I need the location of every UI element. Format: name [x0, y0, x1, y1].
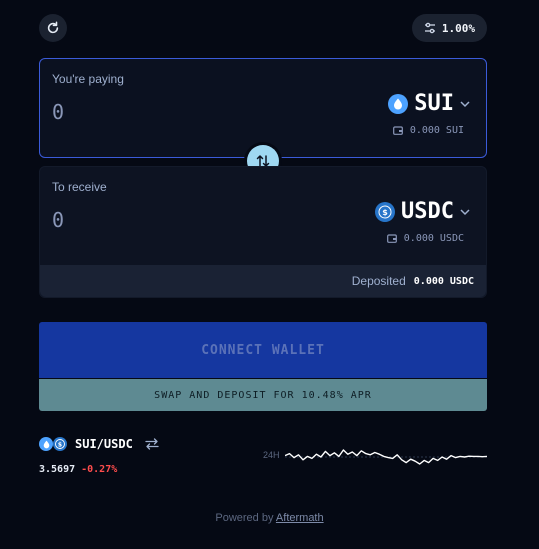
connect-wallet-button[interactable]: CONNECT WALLET — [39, 322, 487, 378]
receive-token-select[interactable]: $ USDC — [375, 199, 470, 224]
slippage-settings-button[interactable]: 1.00% — [411, 14, 487, 42]
sui-token-icon — [388, 93, 409, 114]
pair-info: $ SUI/USDC — [39, 437, 159, 451]
deposited-value: 0.000 USDC — [413, 275, 474, 287]
pay-token-select[interactable]: SUI — [388, 91, 470, 116]
price-change: -0.27% — [81, 464, 118, 475]
svg-text:$: $ — [382, 208, 388, 217]
pay-label: You're paying — [52, 72, 124, 86]
svg-text:$: $ — [58, 441, 62, 448]
pay-token-symbol: SUI — [414, 91, 454, 116]
settings-sliders-icon — [424, 22, 435, 34]
slippage-value: 1.00% — [441, 21, 475, 35]
price-sparkline — [285, 449, 487, 465]
sui-token-icon — [39, 437, 53, 451]
swap-horizontal-icon[interactable] — [145, 438, 159, 450]
receive-token-symbol: USDC — [401, 199, 454, 224]
sparkline-path — [285, 449, 487, 465]
deposited-bar: Deposited 0.000 USDC — [40, 265, 486, 297]
receive-label: To receive — [52, 180, 107, 194]
receive-amount: 0 — [52, 208, 65, 232]
usdc-token-icon: $ — [375, 201, 396, 222]
powered-by-label: Powered by — [215, 512, 274, 524]
chevron-down-icon — [460, 208, 470, 215]
chevron-down-icon — [460, 100, 470, 107]
footer: Powered by Aftermath — [0, 512, 539, 524]
refresh-icon — [47, 21, 59, 34]
receive-card[interactable]: To receive 0 $ USDC 0.000 USDC Deposited… — [39, 166, 487, 298]
pay-amount-input[interactable]: 0 — [52, 100, 64, 124]
pair-name: SUI/USDC — [75, 437, 133, 451]
swap-and-deposit-button[interactable]: SWAP AND DEPOSIT FOR 10.48% APR — [39, 379, 487, 411]
pay-balance-value: 0.000 SUI — [409, 125, 464, 136]
pay-balance: 0.000 SUI — [392, 125, 464, 136]
refresh-button[interactable] — [39, 14, 67, 42]
pair-token-icons: $ — [39, 437, 67, 451]
deposited-label: Deposited — [351, 274, 406, 288]
pair-price: 3.5697 — [39, 464, 76, 475]
receive-balance: 0.000 USDC — [386, 233, 464, 244]
usdc-token-icon: $ — [53, 437, 67, 451]
price-row: 3.5697 -0.27% — [39, 464, 117, 475]
chart-range-label: 24H — [263, 450, 280, 460]
wallet-icon — [392, 126, 403, 135]
pay-card[interactable]: You're paying 0 SUI 0.000 SUI — [39, 58, 487, 158]
receive-balance-value: 0.000 USDC — [403, 233, 464, 244]
wallet-icon — [386, 234, 397, 243]
aftermath-link[interactable]: Aftermath — [276, 512, 324, 524]
